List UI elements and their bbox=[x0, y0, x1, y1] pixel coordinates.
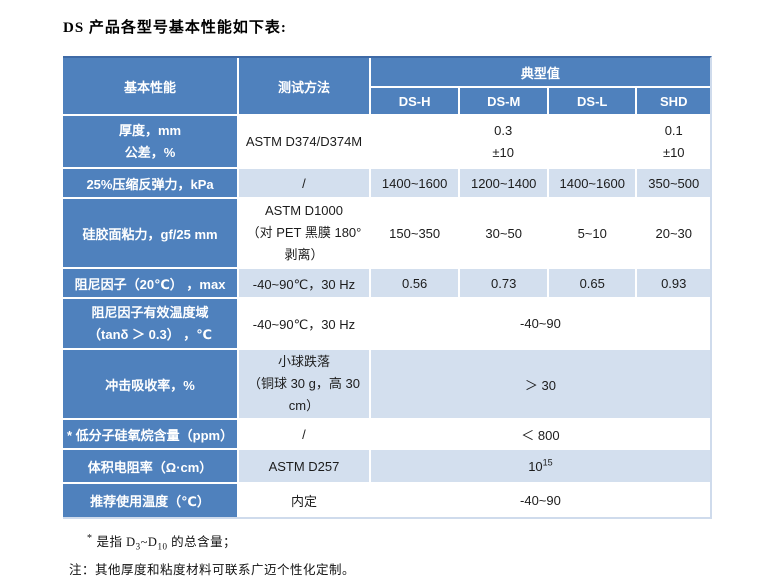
property-line: （tanδ ＞ 0.3） ，℃ bbox=[65, 324, 235, 346]
header-model-dsl: DS-L bbox=[549, 88, 638, 116]
spec-table-frame: 基本性能 测试方法 典型值 DS-H DS-M DS-L SHD 厚度，mm 公… bbox=[63, 56, 712, 519]
row-siloxane-content: * 低分子硅氧烷含量（ppm） / ＜ 800 bbox=[63, 420, 710, 450]
method-cell: -40~90℃，30 Hz bbox=[239, 299, 371, 350]
value-line: 0.1 bbox=[639, 120, 708, 142]
value-cell: 5~10 bbox=[549, 199, 638, 269]
header-row-group: 基本性能 测试方法 典型值 bbox=[63, 58, 710, 88]
value-cell-merged: -40~90 bbox=[371, 484, 710, 517]
value-cell: 0.65 bbox=[549, 269, 638, 299]
row-adhesion: 硅胶面粘力，gf/25 mm ASTM D1000 （对 PET 黑膜 180°… bbox=[63, 199, 710, 269]
property-line: 厚度，mm bbox=[65, 120, 235, 142]
page-title: DS 产品各型号基本性能如下表: bbox=[63, 16, 723, 37]
value-cell: 150~350 bbox=[371, 199, 461, 269]
row-thickness: 厚度，mm 公差，% ASTM D374/D374M 0.3 ±10 0.1 ±… bbox=[63, 116, 710, 169]
method-line: （对 PET 黑膜 180°剥离） bbox=[241, 222, 367, 266]
row-rebound: 25%压缩反弹力，kPa / 1400~1600 1200~1400 1400~… bbox=[63, 169, 710, 199]
method-cell: ASTM D1000 （对 PET 黑膜 180°剥离） bbox=[239, 199, 371, 269]
footnote-text: 的总含量； bbox=[167, 535, 236, 549]
property-line: 阻尼因子有效温度域 bbox=[65, 302, 235, 324]
method-cell: 内定 bbox=[239, 484, 371, 517]
header-basic-performance: 基本性能 bbox=[63, 58, 239, 116]
property-cell: 阻尼因子有效温度域 （tanδ ＞ 0.3） ，℃ bbox=[63, 299, 239, 350]
row-volume-resistivity: 体积电阻率（Ω·cm） ASTM D257 1015 bbox=[63, 450, 710, 484]
resistivity-base: 10 bbox=[528, 459, 542, 474]
row-damping-factor: 阻尼因子（20℃） ，max -40~90℃，30 Hz 0.56 0.73 0… bbox=[63, 269, 710, 299]
property-line: 公差，% bbox=[65, 142, 235, 164]
property-cell: 体积电阻率（Ω·cm） bbox=[63, 450, 239, 484]
resistivity-exponent: 15 bbox=[543, 457, 553, 467]
row-damping-temp-range: 阻尼因子有效温度域 （tanδ ＞ 0.3） ，℃ -40~90℃，30 Hz … bbox=[63, 299, 710, 350]
method-line: ASTM D1000 bbox=[241, 200, 367, 222]
value-cell-merged: 0.3 ±10 bbox=[371, 116, 638, 169]
property-cell: 25%压缩反弹力，kPa bbox=[63, 169, 239, 199]
property-cell: 阻尼因子（20℃） ，max bbox=[63, 269, 239, 299]
header-model-shd: SHD bbox=[637, 88, 710, 116]
property-cell: * 低分子硅氧烷含量（ppm） bbox=[63, 420, 239, 450]
footnote-customization: 注：其他厚度和粘度材料可联系广迈个性化定制。 bbox=[69, 559, 723, 578]
header-model-dsm: DS-M bbox=[460, 88, 549, 116]
value-line: ±10 bbox=[639, 142, 708, 164]
header-model-dsh: DS-H bbox=[371, 88, 461, 116]
property-cell: 厚度，mm 公差，% bbox=[63, 116, 239, 169]
property-cell: 硅胶面粘力，gf/25 mm bbox=[63, 199, 239, 269]
method-cell: ASTM D257 bbox=[239, 450, 371, 484]
method-line: （铜球 30 g，高 30 cm） bbox=[241, 373, 367, 417]
value-cell: 0.73 bbox=[460, 269, 549, 299]
value-cell: 350~500 bbox=[637, 169, 710, 199]
value-cell-merged: ＜ 800 bbox=[371, 420, 710, 450]
method-cell: -40~90℃，30 Hz bbox=[239, 269, 371, 299]
footnote-subscript: 10 bbox=[157, 542, 167, 552]
row-recommended-temp: 推荐使用温度（℃） 内定 -40~90 bbox=[63, 484, 710, 517]
value-cell: 1400~1600 bbox=[371, 169, 461, 199]
footnote-text: 是指 D bbox=[97, 535, 136, 549]
property-cell: 冲击吸收率，% bbox=[63, 350, 239, 420]
value-cell-merged: ＞ 30 bbox=[371, 350, 710, 420]
footnote-siloxane: *是指 D3~D10 的总含量； bbox=[87, 531, 723, 550]
value-cell-shd: 0.1 ±10 bbox=[637, 116, 710, 169]
method-cell: / bbox=[239, 169, 371, 199]
value-cell: 0.93 bbox=[637, 269, 710, 299]
property-cell: 推荐使用温度（℃） bbox=[63, 484, 239, 517]
method-cell: ASTM D374/D374M bbox=[239, 116, 371, 169]
value-cell-merged: -40~90 bbox=[371, 299, 710, 350]
value-cell: 1200~1400 bbox=[460, 169, 549, 199]
value-line: 0.3 bbox=[373, 120, 634, 142]
header-test-method: 测试方法 bbox=[239, 58, 371, 116]
footnotes: *是指 D3~D10 的总含量； 注：其他厚度和粘度材料可联系广迈个性化定制。 bbox=[63, 531, 723, 578]
footnote-asterisk: * bbox=[87, 533, 93, 544]
value-cell: 20~30 bbox=[637, 199, 710, 269]
value-line: ±10 bbox=[373, 142, 634, 164]
value-cell: 1400~1600 bbox=[549, 169, 638, 199]
value-cell: 30~50 bbox=[460, 199, 549, 269]
header-typical-value: 典型值 bbox=[371, 58, 710, 88]
footnote-text: ~D bbox=[141, 535, 158, 549]
method-line: 小球跌落 bbox=[241, 351, 367, 373]
spec-table: 基本性能 测试方法 典型值 DS-H DS-M DS-L SHD 厚度，mm 公… bbox=[63, 58, 710, 517]
value-cell: 0.56 bbox=[371, 269, 461, 299]
method-cell: 小球跌落 （铜球 30 g，高 30 cm） bbox=[239, 350, 371, 420]
row-impact-absorption: 冲击吸收率，% 小球跌落 （铜球 30 g，高 30 cm） ＞ 30 bbox=[63, 350, 710, 420]
document-page: DS 产品各型号基本性能如下表: 基本性能 测试方法 典型值 DS-H DS-M… bbox=[63, 0, 723, 578]
value-cell-merged: 1015 bbox=[371, 450, 710, 484]
method-cell: / bbox=[239, 420, 371, 450]
